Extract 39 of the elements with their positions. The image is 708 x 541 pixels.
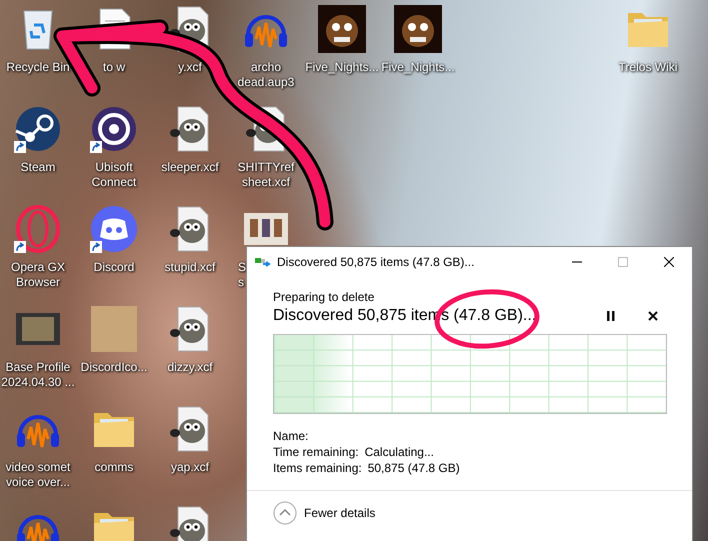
icon-label[interactable]: S s [238,260,246,290]
detail-value: Calculating... [364,444,434,460]
icon-label[interactable]: Base Profile 2024.04.30 ... [0,360,76,390]
icon-label[interactable]: y.xcf [178,60,202,75]
icon-label[interactable]: yap.xcf [170,460,209,475]
chevron-up-icon [273,501,297,525]
close-icon [664,257,674,267]
icon-label[interactable]: stupid.xcf [164,260,216,275]
ring-icon[interactable] [14,205,62,253]
status-text: Preparing to delete [273,290,376,304]
icon-label[interactable]: sleeper.xcf [161,160,219,175]
swirl-icon[interactable] [90,105,138,153]
icon-label[interactable]: dizzy.xcf [167,360,213,375]
icon-label[interactable]: comms [94,460,134,475]
window-title: Discovered 50,875 items (47.8 GB)... [277,255,476,269]
pause-icon [607,311,615,321]
icon-label[interactable]: Recycle Bin [6,60,70,75]
fewer-details-button[interactable]: Fewer details [273,501,376,525]
icon-label[interactable]: to w [102,60,125,75]
icon-label[interactable]: Five_Nights... [305,60,379,75]
icon-label[interactable]: archo dead.aup3 [228,60,304,90]
icon-label[interactable]: SHITTYref sheet.xcf [228,160,304,190]
icon-label[interactable]: DiscordIco... [80,360,148,375]
game-icon[interactable] [394,5,442,53]
steam-icon[interactable] [14,105,62,153]
detail-value: 50,875 (47.8 GB) [368,460,460,476]
stop-icon [648,311,658,321]
detail-label: Time remaining: [273,444,359,460]
icon-label[interactable]: Steam [20,160,56,175]
maximize-icon [618,257,628,267]
game-icon[interactable] [318,5,366,53]
file-transfer-icon [255,256,271,268]
detail-label: Items remaining: [273,460,362,476]
detail-label: Name: [273,428,308,444]
icon-label[interactable]: Opera GX Browser [0,260,76,290]
discord-icon[interactable] [90,205,138,253]
icon-label[interactable]: video somet voice over... [0,460,76,490]
icon-label[interactable]: Ubisoft Connect [76,160,152,190]
icon-label[interactable]: Discord [94,260,134,275]
